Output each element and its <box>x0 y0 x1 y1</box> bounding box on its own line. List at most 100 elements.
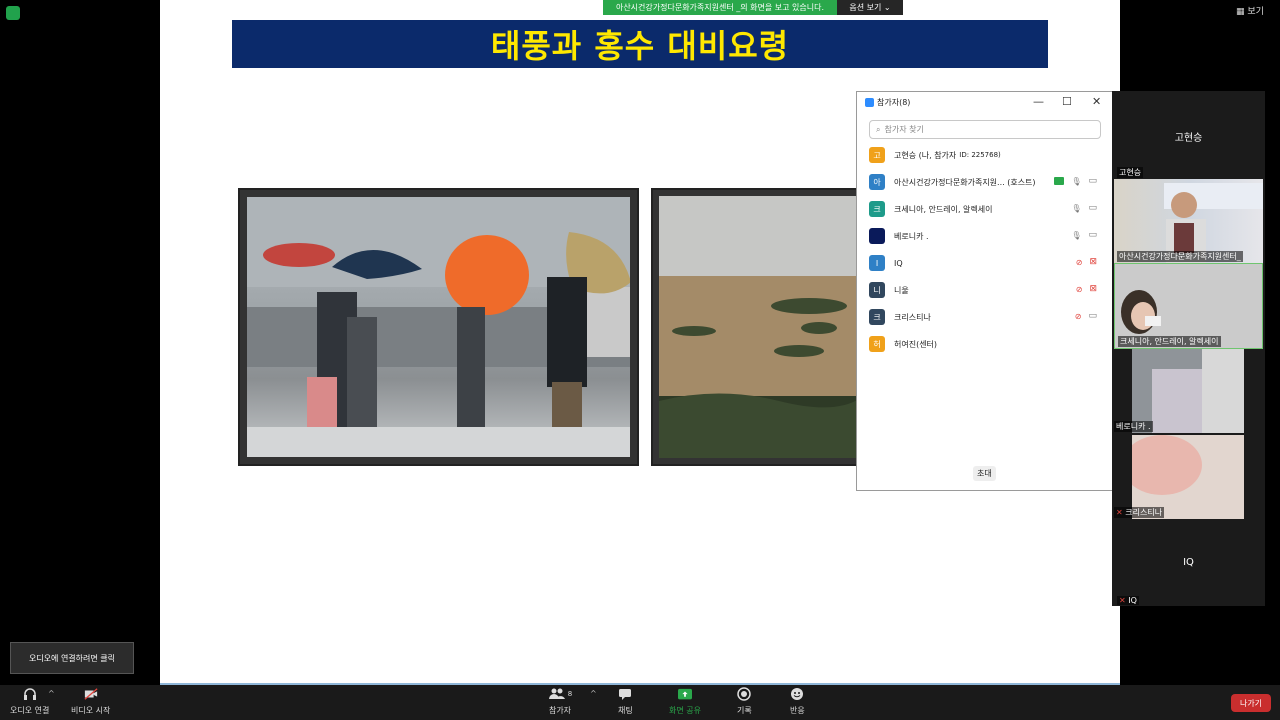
muted-mic-icon: ⊘ <box>1075 284 1083 294</box>
tile-center-name: 고현승 <box>1174 133 1203 144</box>
view-button[interactable]: ▦ 보기 <box>1236 4 1264 17</box>
video-tile-iq[interactable]: IQ ✕ IQ <box>1114 521 1263 606</box>
video-gallery-strip: 고현승 고현승 아산시건강가정다문화가족지원센터_ 크세니아, 안드레이, 알렉… <box>1112 91 1265 606</box>
tile-label: 고현승 <box>1117 167 1144 178</box>
headphones-icon <box>23 687 37 701</box>
reactions-button[interactable]: 반응 <box>790 687 805 716</box>
video-tile-kristina[interactable]: ✕ 크리스티나 <box>1114 435 1244 519</box>
share-status-text: 아산시건강가정다문화가족지원센터 _의 화면을 보고 있습니다. <box>603 0 837 15</box>
grid-view-icon: ▦ <box>1236 7 1248 17</box>
participants-panel: 참가자(8) — ☐ ✕ ⌕ 참가자 찾기 고 고현승 (나, 참가자 ID: 22… <box>856 91 1113 491</box>
participant-row[interactable]: 허 허여진(센터) <box>869 335 1105 353</box>
chat-label: 채팅 <box>618 706 633 715</box>
video-tile-host[interactable]: 아산시건강가정다문화가족지원센터_ <box>1114 179 1263 263</box>
microphone-icon: 🎙︎ <box>1071 176 1082 186</box>
zoom-logo-icon <box>865 98 874 107</box>
join-audio-button[interactable]: 오디오 연결 <box>10 687 49 716</box>
audio-options-chevron-icon[interactable]: ^ <box>48 689 55 698</box>
video-camera-icon: ▭ <box>1088 311 1097 321</box>
participant-name: 크세니아, 안드레이, 알렉세이 <box>894 204 993 214</box>
participant-avatar: I <box>869 255 885 271</box>
minimize-icon[interactable]: — <box>1033 95 1044 108</box>
panel-title: 참가자(8) <box>865 97 910 108</box>
participants-label: 참가자 <box>548 706 572 715</box>
record-label: 기록 <box>737 706 752 715</box>
start-video-label: 비디오 시작 <box>71 706 111 715</box>
tile-label: ✕ IQ <box>1117 596 1139 605</box>
video-off-icon: ⊠ <box>1089 284 1097 294</box>
slide-title: 태풍과 홍수 대비요령 <box>490 27 790 65</box>
participants-button[interactable]: 8 참가자 <box>545 687 575 716</box>
participant-row[interactable]: 크 크세니아, 안드레이, 알렉세이 🎙︎ ▭ <box>869 200 1105 218</box>
view-button-label: 보기 <box>1247 7 1264 17</box>
participant-avatar: 아 <box>869 174 885 190</box>
muted-mic-icon: ✕ <box>1119 596 1126 605</box>
participants-chevron-icon[interactable]: ^ <box>590 689 597 698</box>
muted-mic-icon: ✕ <box>1116 508 1123 517</box>
share-screen-icon <box>677 687 692 701</box>
participant-row[interactable]: 고 고현승 (나, 참가자 ID: 225768) <box>869 146 1105 164</box>
microphone-icon: 🎙︎ <box>1071 203 1082 213</box>
close-icon[interactable]: ✕ <box>1092 95 1101 108</box>
participant-name: IQ <box>894 258 903 268</box>
audio-connect-tooltip: 오디오에 연결하려면 클릭 <box>10 642 134 674</box>
participant-name: 크리스티나 <box>894 312 931 322</box>
maximize-icon[interactable]: ☐ <box>1062 95 1072 108</box>
muted-mic-icon: ⊘ <box>1075 257 1083 267</box>
participant-avatar: 허 <box>869 336 885 352</box>
tile-label: ✕ 크리스티나 <box>1114 507 1165 518</box>
video-off-icon: ⊠ <box>1089 257 1097 267</box>
participant-row[interactable]: 니 니울 ⊘ ⊠ <box>869 281 1105 299</box>
reactions-label: 반응 <box>790 706 805 715</box>
flood-photo <box>651 188 861 466</box>
participant-status-icons: 🎙︎ ▭ <box>1071 230 1097 240</box>
tile-label-text: IQ <box>1128 596 1137 605</box>
leave-meeting-button[interactable]: 나가기 <box>1231 694 1271 712</box>
participant-name: 아산시건강가정다문화가족지원... (호스트) <box>894 177 1036 187</box>
record-button[interactable]: 기록 <box>737 687 752 716</box>
participant-status-icons: ⊘ ⊠ <box>1076 284 1097 294</box>
record-icon <box>737 687 752 701</box>
slide-title-banner: 태풍과 홍수 대비요령 <box>232 20 1048 68</box>
participant-search-input[interactable]: ⌕ 참가자 찾기 <box>869 120 1101 139</box>
tile-center-name: IQ <box>1183 557 1194 568</box>
participant-status-icons: ⊘ ⊠ <box>1076 257 1097 267</box>
tile-label-text: 크리스티나 <box>1125 508 1163 517</box>
participant-avatar: 고 <box>869 147 885 163</box>
participant-status-icons: 🎙︎ ▭ <box>1071 203 1097 213</box>
tile-label: 크세니아, 안드레이, 알렉세이 <box>1118 336 1221 347</box>
video-tile-self[interactable]: 고현승 고현승 <box>1114 91 1263 179</box>
invite-button[interactable]: 초대 <box>973 466 996 481</box>
flood-scene-image <box>659 196 859 458</box>
video-tile-veronika[interactable]: 베로니카 . <box>1114 349 1244 433</box>
view-options-button[interactable]: 옵션 보기 ⌄ <box>837 0 903 15</box>
sharing-icon <box>1054 177 1065 185</box>
participant-name: 니울 <box>894 285 909 295</box>
chat-icon <box>618 687 632 701</box>
video-off-icon <box>84 687 98 701</box>
video-camera-icon: ▭ <box>1088 176 1097 186</box>
chat-button[interactable]: 채팅 <box>618 687 633 716</box>
search-icon: ⌕ <box>876 124 881 134</box>
emoji-icon <box>790 687 804 701</box>
start-video-button[interactable]: 비디오 시작 <box>71 687 110 716</box>
encryption-shield-icon[interactable] <box>6 6 20 20</box>
participant-name: 고현승 (나, 참가자 <box>894 150 957 160</box>
participant-row[interactable]: 아 아산시건강가정다문화가족지원... (호스트) 🎙︎ ▭ <box>869 173 1105 191</box>
microphone-icon: 🎙︎ <box>1071 230 1082 240</box>
participant-row[interactable]: 베로니카 . 🎙︎ ▭ <box>869 227 1105 245</box>
tooltip-text: 오디오에 연결하려면 클릭 <box>28 653 116 663</box>
participant-status-icons: ⊘ ▭ <box>1075 311 1097 321</box>
participant-name: 허여진(센터) <box>894 339 938 349</box>
participants-count: 8 <box>567 690 573 698</box>
participant-avatar: 니 <box>869 282 885 298</box>
participant-row[interactable]: I IQ ⊘ ⊠ <box>869 254 1105 272</box>
participant-avatar: 크 <box>869 309 885 325</box>
share-screen-label: 화면 공유 <box>669 706 701 715</box>
participant-row[interactable]: 크 크리스티나 ⊘ ▭ <box>869 308 1105 326</box>
video-tile-ksenia[interactable]: 크세니아, 안드레이, 알렉세이 <box>1114 263 1263 349</box>
share-screen-button[interactable]: 화면 공유 <box>669 687 701 716</box>
participant-avatar: 크 <box>869 201 885 217</box>
tile-label: 베로니카 . <box>1114 421 1153 432</box>
participant-status-icons: 🎙︎ ▭ <box>1054 176 1097 186</box>
